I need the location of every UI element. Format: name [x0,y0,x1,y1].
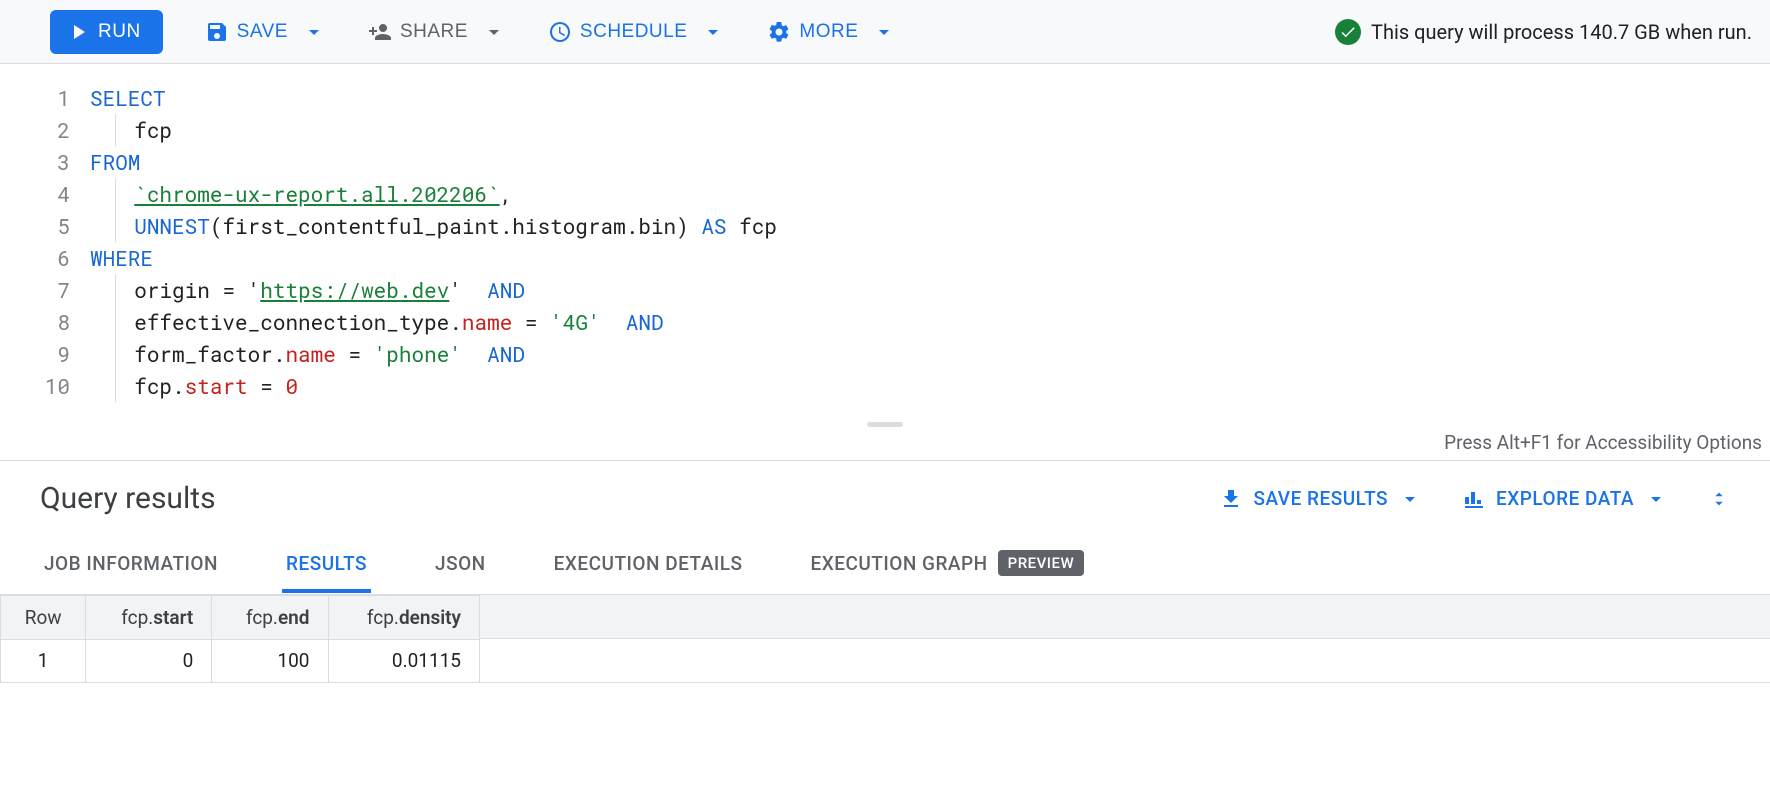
save-results-button[interactable]: SAVE RESULTS [1219,487,1422,511]
person-add-icon [368,20,392,44]
explore-data-button[interactable]: EXPLORE DATA [1462,487,1668,511]
results-tabs: JOB INFORMATION RESULTS JSON EXECUTION DETA… [0,536,1770,595]
expand-collapse-button[interactable] [1708,488,1730,510]
download-icon [1219,487,1243,511]
check-circle-icon [1335,19,1361,45]
save-label: SAVE [237,21,288,43]
caret-down-icon [1398,487,1422,511]
accessibility-hint: Press Alt+F1 for Accessibility Options [0,429,1770,460]
tab-execution-graph[interactable]: EXECUTION GRAPHPREVIEW [806,536,1088,594]
caret-down-icon [1644,487,1668,511]
tab-job-information[interactable]: JOB INFORMATION [40,538,222,593]
schedule-label: SCHEDULE [580,21,687,43]
code-area[interactable]: SELECT fcpFROM `chrome-ux-report.all.202… [90,64,777,420]
more-label: MORE [799,21,858,43]
share-button[interactable]: SHARE [368,20,506,44]
caret-down-icon [482,20,506,44]
toolbar: RUN SAVE SHARE SCHEDULE MORE This query … [0,0,1770,64]
tab-json[interactable]: JSON [431,538,490,593]
query-status: This query will process 140.7 GB when ru… [1335,19,1752,45]
caret-down-icon [701,20,725,44]
caret-down-icon [872,20,896,44]
save-button[interactable]: SAVE [205,20,326,44]
column-header: fcp.end [212,596,328,640]
share-label: SHARE [400,21,468,43]
results-header: Query results SAVE RESULTS EXPLORE DATA [0,460,1770,536]
column-header: fcp.start [86,596,212,640]
column-header: fcp.density [328,596,480,640]
results-title: Query results [40,481,216,516]
status-text: This query will process 140.7 GB when ru… [1371,20,1752,44]
table-row[interactable]: 101000.01115 [1,639,480,683]
gear-icon [767,20,791,44]
explore-data-label: EXPLORE DATA [1496,487,1634,510]
results-table: Rowfcp.startfcp.endfcp.density101000.011… [0,595,480,683]
clock-icon [548,20,572,44]
column-header: Row [1,596,86,640]
sql-editor[interactable]: 12345678910 SELECT fcpFROM `chrome-ux-re… [0,64,1770,420]
line-gutter: 12345678910 [0,64,90,420]
chart-icon [1462,487,1486,511]
schedule-button[interactable]: SCHEDULE [548,20,725,44]
save-results-label: SAVE RESULTS [1253,487,1388,510]
run-label: RUN [98,21,141,43]
tab-results[interactable]: RESULTS [282,538,371,593]
run-button[interactable]: RUN [50,10,163,54]
tab-execution-details[interactable]: EXECUTION DETAILS [550,538,747,593]
play-icon [66,20,90,44]
unfold-icon [1708,488,1730,510]
resize-handle[interactable] [0,420,1770,429]
results-table-wrap: Rowfcp.startfcp.endfcp.density101000.011… [0,595,1770,683]
caret-down-icon [302,20,326,44]
save-icon [205,20,229,44]
more-button[interactable]: MORE [767,20,896,44]
